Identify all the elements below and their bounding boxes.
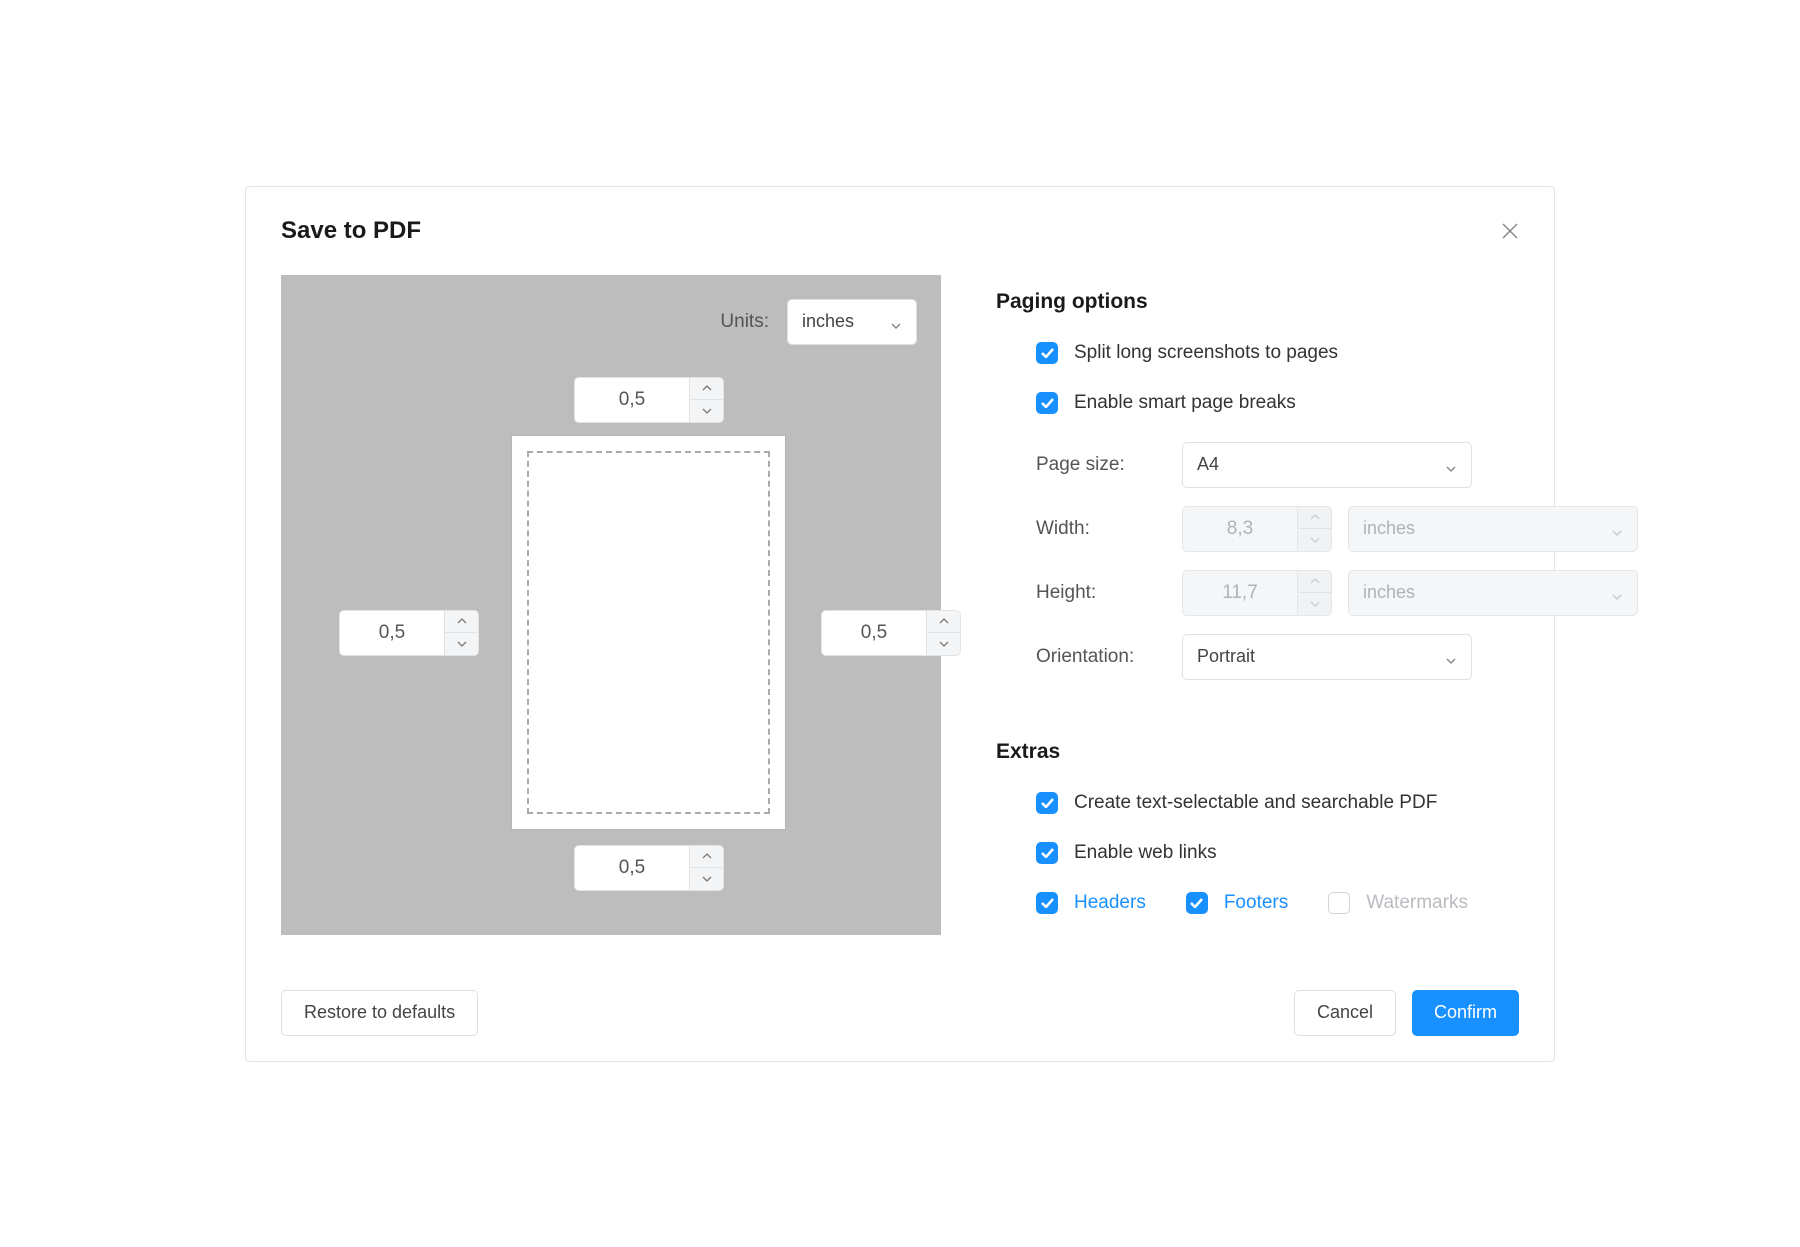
dialog-title: Save to PDF bbox=[281, 217, 421, 245]
width-unit-value: inches bbox=[1363, 518, 1415, 539]
page-size-select[interactable]: A4 bbox=[1182, 442, 1472, 488]
watermarks-checkbox[interactable] bbox=[1328, 892, 1350, 914]
paging-options-title: Paging options bbox=[996, 290, 1638, 314]
margin-right-up[interactable] bbox=[927, 611, 960, 634]
width-label: Width: bbox=[1036, 518, 1166, 540]
height-unit-value: inches bbox=[1363, 582, 1415, 603]
margin-left-up[interactable] bbox=[445, 611, 478, 634]
units-select[interactable]: inches bbox=[787, 299, 917, 345]
margin-bottom-stepper[interactable] bbox=[574, 845, 724, 891]
confirm-button[interactable]: Confirm bbox=[1412, 990, 1519, 1036]
orientation-label: Orientation: bbox=[1036, 646, 1166, 668]
chevron-down-icon bbox=[1611, 523, 1623, 535]
chevron-down-icon bbox=[1445, 651, 1457, 663]
margin-bottom-down[interactable] bbox=[690, 868, 723, 890]
margin-left-down[interactable] bbox=[445, 633, 478, 655]
orientation-value: Portrait bbox=[1197, 646, 1255, 667]
footers-link[interactable]: Footers bbox=[1224, 892, 1288, 914]
width-value bbox=[1183, 507, 1297, 551]
height-up bbox=[1298, 571, 1331, 594]
headers-checkbox[interactable] bbox=[1036, 892, 1058, 914]
orientation-select[interactable]: Portrait bbox=[1182, 634, 1472, 680]
margin-top-value[interactable] bbox=[575, 378, 689, 422]
units-label: Units: bbox=[720, 311, 769, 333]
text-selectable-label: Create text-selectable and searchable PD… bbox=[1074, 792, 1437, 814]
save-to-pdf-dialog: Save to PDF Units: inches bbox=[245, 186, 1555, 1062]
web-links-checkbox[interactable] bbox=[1036, 842, 1058, 864]
watermarks-label: Watermarks bbox=[1366, 892, 1468, 914]
height-stepper bbox=[1182, 570, 1332, 616]
dialog-header: Save to PDF bbox=[281, 217, 1519, 245]
text-selectable-checkbox[interactable] bbox=[1036, 792, 1058, 814]
chevron-down-icon bbox=[890, 316, 902, 328]
width-stepper bbox=[1182, 506, 1332, 552]
margin-bottom-value[interactable] bbox=[575, 846, 689, 890]
page-rect bbox=[511, 435, 786, 830]
headers-link[interactable]: Headers bbox=[1074, 892, 1146, 914]
margin-top-stepper[interactable] bbox=[574, 377, 724, 423]
chevron-down-icon bbox=[1611, 587, 1623, 599]
width-unit-select: inches bbox=[1348, 506, 1638, 552]
page-margin-indicator bbox=[527, 451, 770, 814]
height-down bbox=[1298, 593, 1331, 615]
extras-title: Extras bbox=[996, 740, 1638, 764]
dialog-footer: Restore to defaults Cancel Confirm bbox=[281, 990, 1519, 1036]
chevron-down-icon bbox=[1445, 459, 1457, 471]
margin-right-value[interactable] bbox=[822, 611, 926, 655]
height-label: Height: bbox=[1036, 582, 1166, 604]
footers-checkbox[interactable] bbox=[1186, 892, 1208, 914]
options-column: Paging options Split long screenshots to… bbox=[996, 275, 1638, 935]
restore-defaults-button[interactable]: Restore to defaults bbox=[281, 990, 478, 1036]
width-down bbox=[1298, 529, 1331, 551]
margin-top-up[interactable] bbox=[690, 378, 723, 401]
cancel-button[interactable]: Cancel bbox=[1294, 990, 1396, 1036]
page-preview-area: Units: inches bbox=[281, 275, 941, 935]
web-links-label: Enable web links bbox=[1074, 842, 1217, 864]
margin-right-down[interactable] bbox=[927, 633, 960, 655]
margin-bottom-up[interactable] bbox=[690, 846, 723, 869]
split-pages-label: Split long screenshots to pages bbox=[1074, 342, 1338, 364]
margin-right-stepper[interactable] bbox=[821, 610, 961, 656]
height-unit-select: inches bbox=[1348, 570, 1638, 616]
page-size-label: Page size: bbox=[1036, 454, 1166, 476]
margin-left-stepper[interactable] bbox=[339, 610, 479, 656]
width-up bbox=[1298, 507, 1331, 530]
page-size-value: A4 bbox=[1197, 454, 1219, 475]
margin-left-value[interactable] bbox=[340, 611, 444, 655]
close-icon[interactable] bbox=[1501, 222, 1519, 240]
smart-breaks-checkbox[interactable] bbox=[1036, 392, 1058, 414]
split-pages-checkbox[interactable] bbox=[1036, 342, 1058, 364]
height-value bbox=[1183, 571, 1297, 615]
smart-breaks-label: Enable smart page breaks bbox=[1074, 392, 1296, 414]
units-row: Units: inches bbox=[720, 299, 917, 345]
units-value: inches bbox=[802, 311, 854, 332]
margin-top-down[interactable] bbox=[690, 400, 723, 422]
